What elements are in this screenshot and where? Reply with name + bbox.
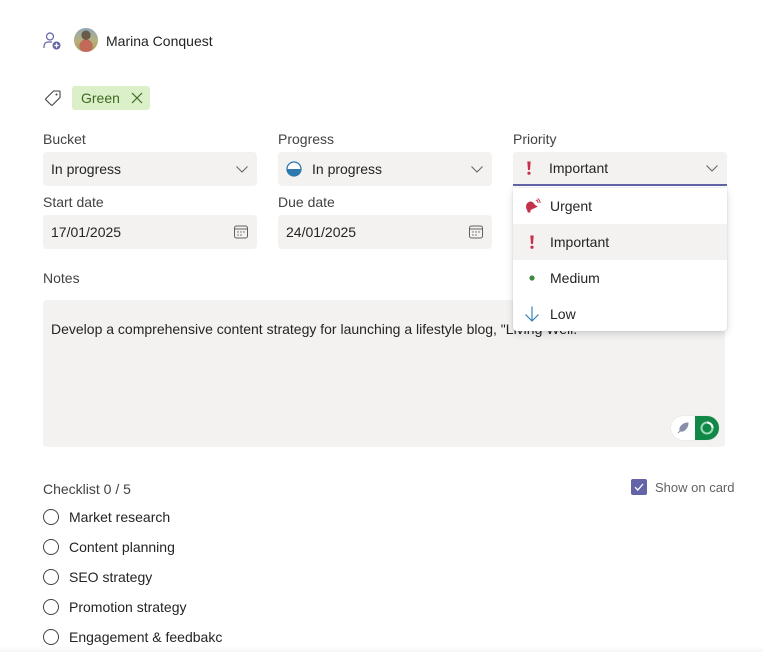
priority-option-important[interactable]: Important: [513, 224, 727, 260]
exclamation-icon: [523, 233, 541, 251]
checklist-circle-icon[interactable]: [43, 509, 59, 525]
checklist-item-label[interactable]: SEO strategy: [69, 569, 152, 585]
checklist-item-label[interactable]: Engagement & feedbakc: [69, 629, 222, 645]
show-on-card-checkbox[interactable]: Show on card: [631, 479, 735, 495]
start-date-value: 17/01/2025: [51, 224, 122, 240]
checklist-circle-icon[interactable]: [43, 539, 59, 555]
checklist-item-label[interactable]: Market research: [69, 509, 170, 525]
checklist-item[interactable]: SEO strategy: [43, 569, 152, 585]
arrow-down-icon: [523, 305, 541, 323]
chevron-down-icon: [706, 165, 718, 172]
checklist-item[interactable]: Promotion strategy: [43, 599, 187, 615]
half-circle-progress-icon: [286, 161, 302, 177]
tag-icon[interactable]: [43, 88, 63, 108]
priority-dropdown-menu: Urgent Important Medium Low: [513, 188, 727, 331]
calendar-icon[interactable]: [468, 224, 484, 240]
bucket-select[interactable]: In progress: [43, 152, 257, 186]
due-date-label: Due date: [278, 194, 335, 210]
progress-label: Progress: [278, 131, 335, 147]
checklist-item-label[interactable]: Promotion strategy: [69, 599, 187, 615]
assignee-avatar[interactable]: [74, 28, 98, 52]
checklist-circle-icon[interactable]: [43, 599, 59, 615]
priority-option-label: Low: [550, 306, 576, 322]
priority-option-label: Medium: [550, 270, 600, 286]
checkbox-checked-icon[interactable]: [631, 479, 647, 495]
notes-text: Develop a comprehensive content strategy…: [51, 321, 583, 337]
dot-icon: [523, 269, 541, 287]
checklist-item[interactable]: Engagement & feedbakc: [43, 629, 222, 645]
priority-option-urgent[interactable]: Urgent: [513, 188, 727, 224]
chevron-down-icon: [236, 166, 248, 173]
calendar-icon[interactable]: [233, 224, 249, 240]
label-chip-text: Green: [81, 90, 120, 106]
due-date-value: 24/01/2025: [286, 224, 357, 240]
add-assignee-icon[interactable]: [42, 31, 62, 51]
checklist-item-label[interactable]: Content planning: [69, 539, 175, 555]
priority-option-medium[interactable]: Medium: [513, 260, 727, 296]
due-date-input[interactable]: 24/01/2025: [278, 215, 492, 249]
priority-option-low[interactable]: Low: [513, 296, 727, 332]
assignee-name[interactable]: Marina Conquest: [106, 33, 213, 49]
priority-option-label: Important: [550, 234, 610, 250]
bucket-label: Bucket: [43, 131, 86, 147]
bucket-value: In progress: [51, 161, 122, 177]
notes-label: Notes: [43, 270, 80, 286]
feather-icon: [677, 422, 689, 434]
exclamation-icon: [527, 161, 531, 175]
priority-value: Important: [549, 160, 609, 176]
checklist-item[interactable]: Market research: [43, 509, 170, 525]
start-date-label: Start date: [43, 194, 104, 210]
checklist-circle-icon[interactable]: [43, 569, 59, 585]
progress-select[interactable]: In progress: [278, 152, 492, 186]
editor-assist-toggle[interactable]: [671, 416, 719, 440]
progress-value: In progress: [312, 161, 383, 177]
priority-option-label: Urgent: [550, 198, 593, 214]
priority-select[interactable]: Important: [513, 152, 727, 186]
checklist-item[interactable]: Content planning: [43, 539, 175, 555]
priority-label: Priority: [513, 131, 557, 147]
show-on-card-label: Show on card: [655, 479, 735, 495]
checklist-circle-icon[interactable]: [43, 629, 59, 645]
remove-label-icon[interactable]: [130, 91, 144, 105]
checklist-title: Checklist 0 / 5: [43, 481, 131, 497]
chevron-down-icon: [471, 166, 483, 173]
label-chip-green[interactable]: Green: [72, 86, 150, 110]
bell-icon: [523, 197, 541, 215]
start-date-input[interactable]: 17/01/2025: [43, 215, 257, 249]
loading-ring-icon: [700, 421, 714, 435]
bottom-edge: [0, 646, 763, 652]
